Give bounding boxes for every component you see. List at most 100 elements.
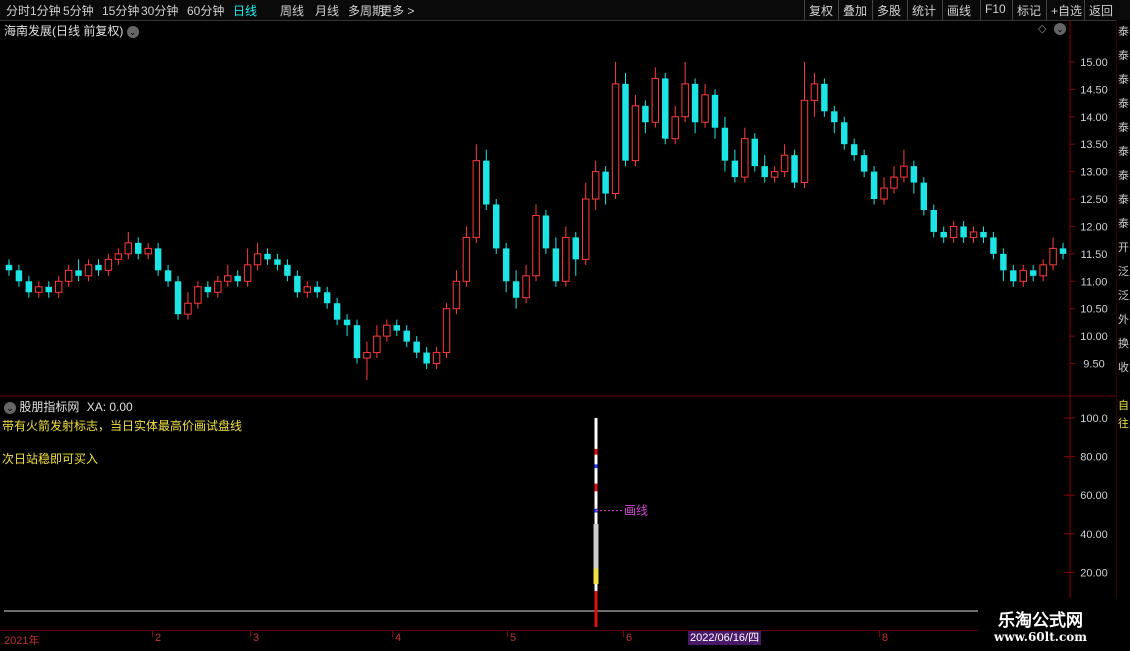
candle-body <box>930 210 937 232</box>
candle-body <box>35 286 43 293</box>
candle-body <box>741 138 749 178</box>
candle-body <box>452 280 461 310</box>
toolbar-divider <box>804 0 805 20</box>
candle-body <box>721 127 729 161</box>
candle-body <box>204 286 212 293</box>
candle-body <box>671 116 679 140</box>
candle-body <box>681 83 689 118</box>
month-label: 4 <box>395 632 402 644</box>
candle-body <box>642 105 649 123</box>
right-strip-glyph: 泰 <box>1118 50 1129 62</box>
tab-3[interactable]: 15分钟 <box>102 2 139 19</box>
tab-5[interactable]: 60分钟 <box>187 2 224 19</box>
tab-10[interactable]: 更多 > <box>380 2 414 19</box>
tab-2[interactable]: 5分钟 <box>63 2 94 19</box>
candle-body <box>432 352 441 365</box>
candle-body <box>890 176 898 189</box>
indicator-note-2: 次日站稳即可买入 <box>2 452 99 466</box>
candle-body <box>791 155 798 183</box>
y-tick-label: 10.50 <box>1080 304 1108 316</box>
y-tick-label: 14.50 <box>1080 84 1108 96</box>
toolbar-button-7[interactable]: +自选 <box>1051 2 1082 19</box>
candle-body <box>253 253 262 266</box>
watermark-logo: 乐淘公式网 www.60lt.com <box>978 598 1130 650</box>
right-strip-glyph: 泛 <box>1118 290 1129 302</box>
period-toolbar: 分时 1分钟 5分钟 15分钟 30分钟 60分钟 日线 周线 月线 多周期 更多 > 复权 叠加 多股统… <box>0 0 1130 21</box>
toolbar-button-2[interactable]: 多股 <box>877 2 901 19</box>
indicator-title[interactable]: ⌄ 股朋指标网 XA: 0.00 <box>4 398 133 415</box>
month-label: 8 <box>882 632 889 644</box>
price-chart[interactable]: 15.00 14.50 14.00 13.50 13.00 12.50 12.00 11.50… <box>0 20 1116 630</box>
candle-body <box>373 335 381 354</box>
candle-body <box>264 253 271 260</box>
candle-body <box>810 83 819 101</box>
month-label: 2021年 <box>4 635 40 647</box>
candle-body <box>214 280 222 293</box>
logo-name: 乐淘公式网 <box>998 611 1083 630</box>
candle-body <box>821 83 828 112</box>
toolbar-button-3[interactable]: 统计 <box>912 2 936 19</box>
candle-body <box>442 308 451 354</box>
candle-body <box>949 225 958 238</box>
candle-body <box>75 270 82 276</box>
candle-body <box>363 352 371 359</box>
toolbar-button-1[interactable]: 叠加 <box>843 2 867 19</box>
candle-body <box>770 171 779 178</box>
candle-body <box>691 83 699 123</box>
chevron-down-icon[interactable]: ⌄ <box>4 401 16 414</box>
right-strip-glyph: 收 <box>1118 362 1129 374</box>
candle-body <box>990 237 997 254</box>
y-tick-label: 14.00 <box>1080 112 1108 124</box>
y-tick-label: 9.50 <box>1083 359 1104 371</box>
candle-body <box>25 281 33 293</box>
indicator-note-1: 带有火箭发射标志，当日实体最高价画试盘线 <box>2 419 243 433</box>
toolbar-divider <box>980 0 981 20</box>
candle-body <box>581 198 590 260</box>
right-strip-glyph: 泰 <box>1118 218 1129 230</box>
cursor-date: 2022/06/16/四 <box>688 631 762 645</box>
tab-0[interactable]: 分时 <box>6 2 30 19</box>
tab-7[interactable]: 周线 <box>280 2 304 19</box>
tab-4[interactable]: 30分钟 <box>141 2 178 19</box>
indicator-y-tick-label: 40.00 <box>1080 529 1108 541</box>
candle-body <box>234 275 241 282</box>
right-strip-glyph: 外 <box>1118 314 1129 326</box>
candle-body <box>731 160 739 178</box>
candle-body <box>45 286 52 293</box>
candle-body <box>124 242 133 255</box>
indicator-y-tick-label: 100.0 <box>1080 413 1108 425</box>
y-tick-label: 13.00 <box>1080 167 1108 179</box>
candle-body <box>651 77 660 123</box>
tab-8[interactable]: 月线 <box>315 2 339 19</box>
candle-body <box>751 138 758 167</box>
toolbar-divider <box>1012 0 1013 20</box>
month-tick <box>879 631 880 637</box>
toolbar-button-5[interactable]: F10 <box>985 2 1006 16</box>
candle-body <box>135 242 142 254</box>
candle-body <box>532 214 540 277</box>
candle-body <box>591 171 600 200</box>
toolbar-button-6[interactable]: 标记 <box>1017 2 1041 19</box>
candle-body <box>562 236 570 282</box>
y-tick-label: 10.00 <box>1080 331 1108 343</box>
candle-body <box>1010 270 1017 282</box>
right-strip-glyph: 泰 <box>1118 26 1129 38</box>
candle-body <box>1049 247 1057 266</box>
toolbar-button-4[interactable]: 画线 <box>947 2 971 19</box>
tab-9[interactable]: 多周期 <box>348 2 384 19</box>
right-strip-glyph: 泰 <box>1118 194 1129 206</box>
tab-1[interactable]: 1分钟 <box>30 2 61 19</box>
tab-6[interactable]: 日线 <box>233 2 257 19</box>
candle-body <box>114 253 123 260</box>
toolbar-divider <box>942 0 943 20</box>
candle-body <box>462 236 471 282</box>
month-label: 2 <box>155 632 162 644</box>
candle-body <box>969 231 978 238</box>
toolbar-button-8[interactable]: 返回 <box>1089 2 1113 19</box>
y-tick-label: 12.50 <box>1080 194 1108 206</box>
right-strip-glyph: 泰 <box>1118 74 1129 86</box>
candle-body <box>154 248 162 271</box>
toolbar-button-0[interactable]: 复权 <box>809 2 833 19</box>
candle-body <box>333 303 341 320</box>
candle-body <box>940 231 947 238</box>
